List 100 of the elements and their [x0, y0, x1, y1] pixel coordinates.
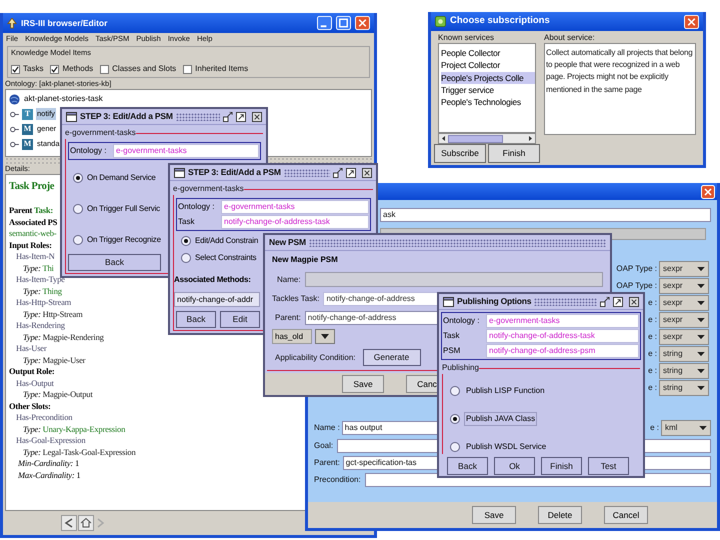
- checkbox-label: Classes and Slots: [112, 63, 176, 76]
- type-dropdown[interactable]: sexpr: [659, 312, 709, 328]
- type-dropdown[interactable]: sexpr: [659, 278, 709, 294]
- slot-name: Has-Precondition: [15, 412, 72, 424]
- maximize-icon[interactable]: [346, 168, 356, 178]
- generate-button[interactable]: Generate: [362, 349, 420, 366]
- maximize-icon[interactable]: [236, 112, 246, 122]
- method-list-item[interactable]: notify-change-of-addr: [174, 292, 260, 307]
- caret-icon: [697, 284, 705, 288]
- text-field[interactable]: e-government-tasks: [486, 314, 639, 328]
- list-item[interactable]: Project Collector: [441, 59, 535, 72]
- cancel-button[interactable]: Cancel: [604, 506, 648, 524]
- radio-button[interactable]: [450, 414, 460, 424]
- subscribe-button[interactable]: Subscribe: [434, 144, 486, 163]
- finish-button[interactable]: Finish: [541, 457, 582, 475]
- type-label: e :: [648, 348, 657, 360]
- group-title: e-government-tasks: [173, 183, 244, 195]
- text-field[interactable]: ask: [380, 208, 711, 222]
- tackles-label: Tackles Task:: [272, 293, 320, 305]
- slot-type: Type: Thing: [22, 286, 62, 297]
- save-button[interactable]: Save: [472, 506, 516, 524]
- checkbox[interactable]: [11, 64, 20, 74]
- grip-texture: [176, 112, 220, 120]
- ontology-label: Ontology :: [70, 145, 108, 157]
- slot-type: Type: Magpie-Output: [22, 389, 92, 400]
- type-dropdown[interactable]: sexpr: [659, 329, 709, 345]
- details-line: Associated PS: [9, 216, 58, 228]
- checkbox[interactable]: [50, 64, 60, 74]
- slot-name: Has-Item-Type: [15, 274, 65, 286]
- expand-handle-icon[interactable]: [10, 110, 19, 118]
- radio-label: Publish WSDL Service: [465, 441, 548, 453]
- radio-button[interactable]: [181, 236, 191, 246]
- text-field[interactable]: e-government-tasks: [221, 200, 369, 214]
- tree-item[interactable]: akt-planet-stories-task: [23, 93, 104, 105]
- text-field[interactable]: notify-change-of-address-task: [486, 329, 639, 343]
- test-button[interactable]: Test: [588, 457, 629, 475]
- delete-button[interactable]: Delete: [538, 506, 582, 524]
- text-field[interactable]: [304, 272, 603, 287]
- text-field[interactable]: notify-change-of-address-psm: [486, 344, 639, 358]
- label: About service:: [544, 32, 595, 43]
- group-title: Publishing: [442, 362, 479, 374]
- type-dropdown[interactable]: string: [659, 346, 709, 362]
- window-title: New PSM: [269, 236, 306, 249]
- list-item[interactable]: Trigger service: [441, 84, 535, 96]
- edit-button[interactable]: Edit: [220, 311, 260, 328]
- list-item[interactable]: People Collector: [441, 47, 535, 60]
- finish-button[interactable]: Finish: [488, 144, 540, 163]
- text-field[interactable]: e-government-tasks: [113, 144, 259, 158]
- minimize-icon[interactable]: [317, 16, 332, 30]
- expand-handle-icon[interactable]: [10, 126, 19, 132]
- type-label: e :: [648, 297, 657, 309]
- radio-button[interactable]: [450, 386, 460, 396]
- close-icon[interactable]: [629, 296, 639, 306]
- cardinality: Max-Cardinality: 1: [17, 470, 80, 481]
- radio-button[interactable]: [181, 253, 191, 263]
- parent-label: Parent:: [275, 312, 301, 324]
- checkbox[interactable]: [100, 64, 110, 74]
- close-icon[interactable]: [252, 112, 262, 122]
- ok-button[interactable]: Ok: [494, 457, 535, 475]
- method-link[interactable]: semantic-web-: [9, 228, 56, 240]
- back-button[interactable]: Back: [447, 457, 488, 475]
- grip-texture: [284, 168, 330, 176]
- grip-texture: [534, 298, 597, 306]
- scroll-bar[interactable]: [438, 133, 536, 144]
- radio-button[interactable]: [73, 173, 83, 183]
- type-dropdown[interactable]: sexpr: [659, 261, 709, 277]
- slot-field[interactable]: has_old: [272, 329, 312, 344]
- expand-handle-icon[interactable]: [10, 140, 19, 148]
- radio-label: Publish LISP Function: [465, 385, 546, 397]
- globe-icon: [9, 94, 20, 104]
- radio-button[interactable]: [450, 442, 460, 452]
- radio-button[interactable]: [73, 235, 83, 245]
- type-dropdown[interactable]: string: [659, 380, 709, 396]
- type-dropdown[interactable]: sexpr: [659, 295, 709, 311]
- caret-icon: [697, 266, 705, 272]
- type-dropdown[interactable]: string: [659, 363, 709, 379]
- close-icon[interactable]: [362, 168, 372, 178]
- radio-button[interactable]: [73, 204, 83, 214]
- type-label: OAP Type :: [616, 263, 657, 275]
- restore-icon[interactable]: [333, 168, 343, 178]
- maximize-icon[interactable]: [613, 296, 623, 306]
- caret-icon: [697, 334, 705, 340]
- text-field[interactable]: notify-change-of-address-task: [221, 215, 369, 229]
- label: Known services: [438, 32, 494, 43]
- window-icon: [66, 112, 77, 122]
- back-button[interactable]: Back: [176, 311, 216, 328]
- type-label: e :: [648, 331, 657, 343]
- checkbox[interactable]: [183, 64, 192, 74]
- back-button[interactable]: Back: [68, 254, 161, 271]
- list-item[interactable]: People's Technologies: [441, 96, 535, 108]
- save-button[interactable]: Save: [342, 375, 384, 393]
- window-title: STEP 3: Edit/Add a PSM: [80, 110, 173, 123]
- restore-icon[interactable]: [223, 112, 233, 122]
- home-icon[interactable]: [78, 515, 94, 531]
- restore-icon[interactable]: [600, 296, 610, 306]
- list-item[interactable]: People's Projects Colle: [441, 72, 535, 84]
- dropdown-button[interactable]: [315, 329, 335, 344]
- type-dropdown[interactable]: kml: [661, 420, 711, 436]
- method-icon: M: [22, 138, 33, 150]
- slot-name: Has-User: [15, 343, 46, 354]
